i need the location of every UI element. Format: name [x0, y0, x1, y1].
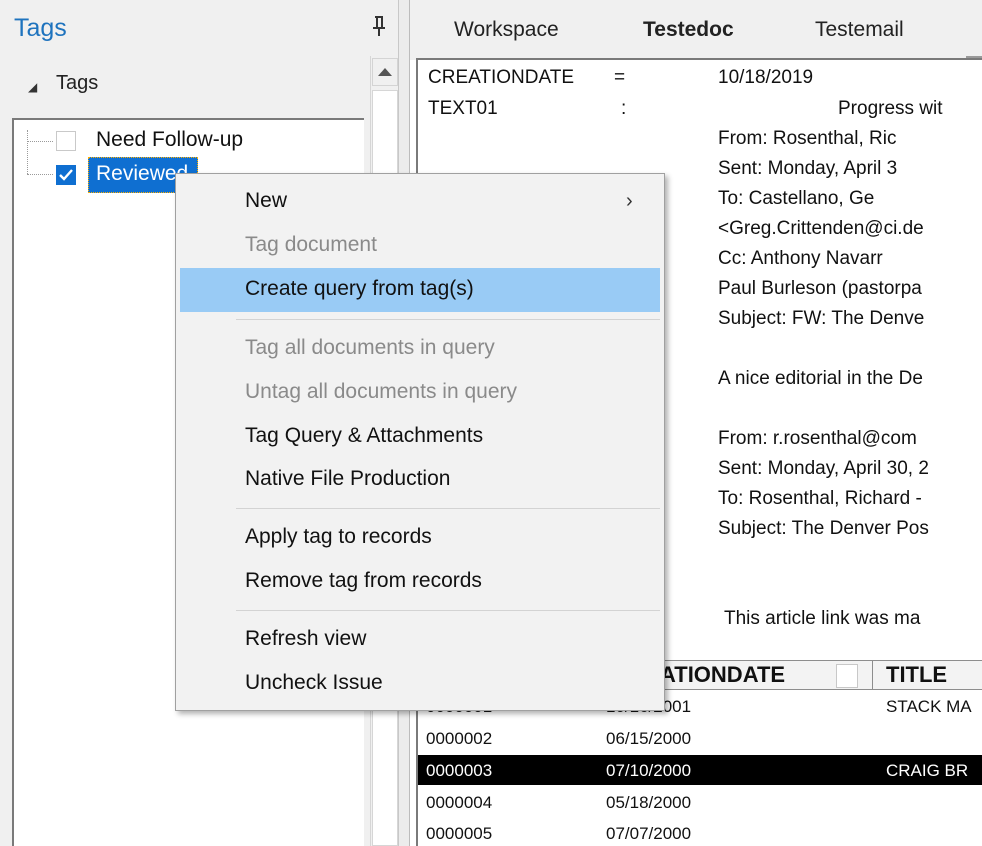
menu-item-uncheck-issue[interactable]: Uncheck Issue [245, 671, 383, 695]
column-header-title[interactable]: TITLE [886, 662, 947, 688]
column-header-creationdate[interactable]: ATIONDATE [660, 662, 785, 688]
checkmark-icon [59, 169, 73, 181]
need-follow-up-checkbox[interactable] [56, 131, 76, 151]
tree-root-tags[interactable]: Tags [56, 72, 98, 95]
menu-item-untag-all-documents[interactable]: Untag all documents in query [245, 380, 517, 404]
field-separator: = [614, 67, 626, 88]
grid-cell-date[interactable]: 06/15/2000 [606, 729, 691, 749]
menu-separator [236, 508, 660, 509]
document-text-line: Subject: FW: The Denve [718, 308, 925, 329]
tab-workspace[interactable]: Workspace [454, 18, 559, 42]
tree-connector [27, 141, 53, 142]
menu-item-native-file-production[interactable]: Native File Production [245, 467, 450, 491]
menu-item-apply-tag[interactable]: Apply tag to records [245, 525, 432, 549]
tab-testemail[interactable]: Testemail [815, 18, 904, 42]
document-text-line: Subject: The Denver Pos [718, 518, 929, 539]
tree-connector [27, 130, 28, 174]
menu-item-new[interactable]: New [245, 189, 287, 213]
grid-cell-id[interactable]: 0000003 [426, 761, 492, 781]
field-separator: : [621, 98, 627, 119]
menu-item-tag-all-documents[interactable]: Tag all documents in query [245, 336, 495, 360]
pin-icon[interactable] [370, 14, 388, 38]
grid-cell-id[interactable]: 0000004 [426, 793, 492, 813]
menu-separator [236, 610, 660, 611]
document-text-line: Sent: Monday, April 3 [718, 158, 898, 179]
tab-testedoc[interactable]: Testedoc [643, 18, 734, 42]
field-value-creationdate: 10/18/2019 [718, 67, 814, 88]
grid-cell-title[interactable]: STACK MA [886, 697, 972, 717]
grid-cell-id[interactable]: 0000002 [426, 729, 492, 749]
menu-item-remove-tag[interactable]: Remove tag from records [245, 569, 482, 593]
document-text-line: A nice editorial in the De [718, 368, 923, 389]
grid-cell-date[interactable]: 05/18/2000 [606, 793, 691, 813]
menu-item-create-query[interactable]: Create query from tag(s) [245, 277, 474, 301]
document-text-line: From: Rosenthal, Ric [718, 128, 897, 149]
collapse-arrow-icon[interactable]: ◢ [28, 80, 37, 94]
document-text-line: Sent: Monday, April 30, 2 [718, 458, 929, 479]
document-text-line: This article link was ma [724, 608, 921, 629]
document-text-line: Progress wit [838, 98, 943, 119]
document-text-line: From: r.rosenthal@com [718, 428, 917, 449]
column-divider[interactable] [872, 660, 873, 690]
document-text-line: <Greg.Crittenden@ci.de [718, 218, 924, 239]
document-text-line: Cc: Anthony Navarr [718, 248, 883, 269]
menu-item-tag-query-attachments[interactable]: Tag Query & Attachments [245, 424, 483, 448]
field-name-creationdate: CREATIONDATE [428, 67, 575, 88]
field-name-text01: TEXT01 [428, 98, 498, 119]
tree-connector [27, 174, 53, 175]
scroll-up-icon[interactable] [372, 58, 398, 86]
grid-cell-id[interactable]: 0000005 [426, 824, 492, 844]
menu-item-tag-document[interactable]: Tag document [245, 233, 377, 257]
menu-item-refresh-view[interactable]: Refresh view [245, 627, 366, 651]
chevron-right-icon: › [626, 190, 633, 212]
grid-cell-title[interactable]: CRAIG BR [886, 761, 968, 781]
grid-cell-date[interactable]: 07/10/2000 [606, 761, 691, 781]
document-text-line: Paul Burleson (pastorpa [718, 278, 922, 299]
document-text-line: To: Castellano, Ge [718, 188, 875, 209]
column-filter-box[interactable] [836, 664, 858, 688]
document-text-line: To: Rosenthal, Richard - [718, 488, 922, 509]
menu-separator [236, 319, 660, 320]
tags-pane-title: Tags [14, 14, 67, 42]
reviewed-checkbox[interactable] [56, 165, 76, 185]
tree-item-need-follow-up[interactable]: Need Follow-up [96, 128, 243, 152]
grid-cell-date[interactable]: 07/07/2000 [606, 824, 691, 844]
